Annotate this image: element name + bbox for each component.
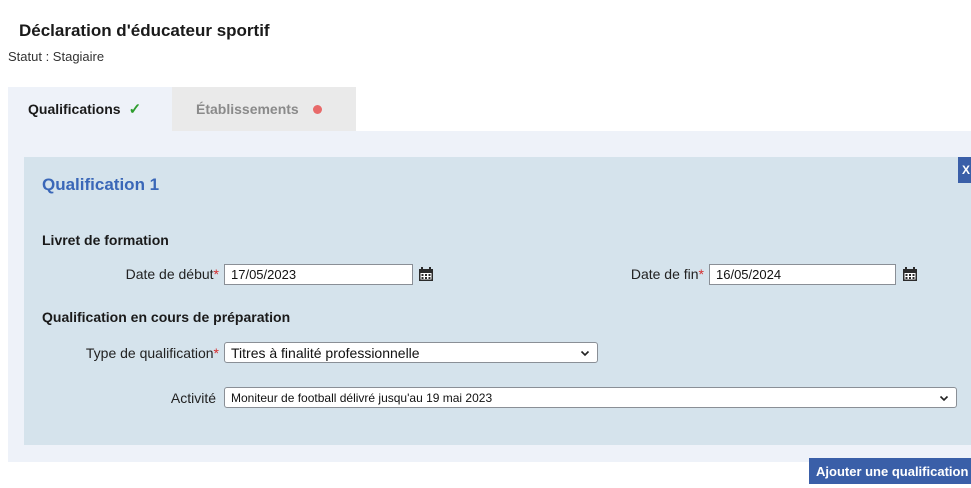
qualification-type-select[interactable]: Titres à finalité professionnelle: [224, 342, 598, 363]
activity-value: Moniteur de football délivré jusqu'au 19…: [231, 390, 493, 405]
check-icon: ✓: [128, 101, 142, 118]
preparation-section-title: Qualification en cours de préparation: [42, 309, 291, 325]
calendar-icon[interactable]: [902, 266, 918, 282]
livret-section-title: Livret de formation: [42, 232, 169, 248]
activity-select[interactable]: Moniteur de football délivré jusqu'au 19…: [224, 387, 957, 408]
tab-etablissements-label: Établissements: [196, 101, 299, 117]
end-date-label: Date de fin*: [630, 266, 704, 282]
qualification-type-label: Type de qualification*: [85, 345, 219, 361]
start-date-input[interactable]: [224, 264, 413, 285]
tab-bar: Qualifications ✓ Établissements: [8, 87, 356, 131]
add-qualification-button[interactable]: Ajouter une qualification: [809, 458, 971, 484]
qualification-type-value: Titres à finalité professionnelle: [231, 344, 420, 361]
start-date-label: Date de début*: [125, 266, 219, 282]
page-title: Déclaration d'éducateur sportif: [19, 21, 270, 40]
qualification-title: Qualification 1: [42, 175, 160, 194]
end-date-input[interactable]: [709, 264, 896, 285]
close-button[interactable]: X: [958, 157, 971, 183]
tab-qualifications[interactable]: Qualifications ✓: [8, 87, 172, 131]
tab-etablissements[interactable]: Établissements: [172, 87, 356, 131]
calendar-icon[interactable]: [418, 266, 434, 282]
tab-qualifications-label: Qualifications: [28, 101, 121, 117]
chevron-down-icon: [580, 350, 590, 356]
chevron-down-icon: [939, 395, 949, 401]
status-dot-icon: [312, 104, 322, 114]
activity-label: Activité: [170, 390, 216, 406]
status-text: Statut : Stagiaire: [8, 49, 105, 64]
